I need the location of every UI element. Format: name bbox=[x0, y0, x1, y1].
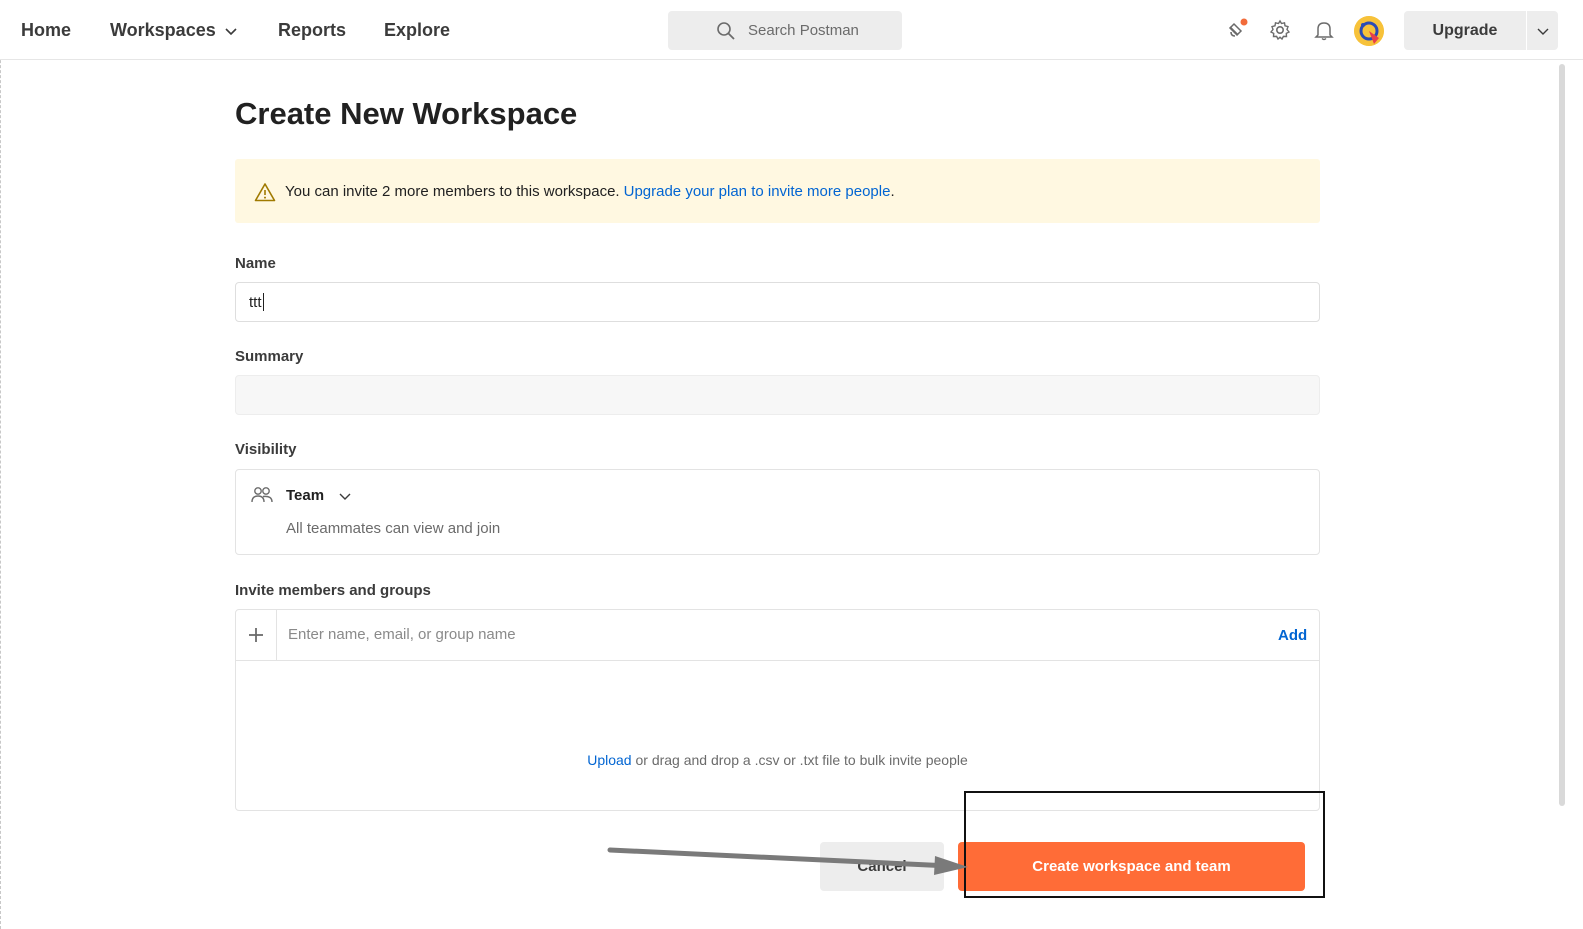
add-member-button[interactable]: Add bbox=[1278, 627, 1307, 644]
nav-reports-label: Reports bbox=[278, 20, 347, 40]
upgrade-dropdown-button[interactable] bbox=[1527, 11, 1558, 50]
summary-field[interactable] bbox=[235, 375, 1320, 415]
chevron-down-icon bbox=[1537, 28, 1548, 35]
visibility-dropdown[interactable]: Team bbox=[286, 487, 352, 504]
visibility-description: All teammates can view and join bbox=[286, 520, 501, 537]
nav-explore-label: Explore bbox=[384, 20, 451, 40]
name-label: Name bbox=[235, 255, 276, 272]
search-placeholder: Search Postman bbox=[748, 22, 859, 39]
nav-reports[interactable]: Reports bbox=[278, 20, 346, 41]
nav-explore[interactable]: Explore bbox=[384, 20, 450, 41]
avatar[interactable] bbox=[1354, 16, 1384, 46]
nav-home[interactable]: Home bbox=[21, 20, 71, 41]
chevron-down-icon bbox=[339, 493, 351, 500]
visibility-label: Visibility bbox=[235, 441, 297, 458]
name-value: ttt bbox=[249, 293, 262, 311]
upload-hint-text: or drag and drop a .csv or .txt file to … bbox=[631, 752, 968, 768]
window-edge bbox=[0, 0, 2, 929]
invite-label: Invite members and groups bbox=[235, 582, 431, 599]
nav-home-label: Home bbox=[21, 20, 72, 40]
visibility-selected: Team bbox=[286, 487, 325, 504]
invite-input-row: Enter name, email, or group name Add bbox=[236, 610, 1319, 661]
bell-icon[interactable] bbox=[1312, 18, 1336, 42]
nav-workspaces-label: Workspaces bbox=[110, 20, 216, 40]
warning-icon bbox=[254, 183, 276, 202]
upgrade-label: Upgrade bbox=[1432, 21, 1498, 39]
search-icon bbox=[717, 22, 735, 40]
alert-trailing: . bbox=[890, 182, 895, 200]
top-navigation-bar: Home Workspaces Reports Explore Search P… bbox=[0, 0, 1583, 60]
invite-input[interactable]: Enter name, email, or group name bbox=[288, 626, 516, 643]
team-icon bbox=[251, 487, 273, 503]
invite-limit-alert: You can invite 2 more members to this wo… bbox=[235, 159, 1320, 223]
chevron-down-icon bbox=[225, 27, 237, 35]
upgrade-plan-link[interactable]: Upgrade your plan to invite more people bbox=[624, 183, 891, 200]
create-workspace-button[interactable]: Create workspace and team bbox=[958, 842, 1305, 891]
upload-link[interactable]: Upload bbox=[587, 752, 631, 768]
visibility-selector[interactable]: Team All teammates can view and join bbox=[235, 469, 1320, 555]
page-title: Create New Workspace bbox=[235, 96, 578, 131]
text-cursor bbox=[262, 293, 264, 311]
name-field[interactable]: ttt bbox=[235, 282, 1320, 322]
scrollbar[interactable] bbox=[1559, 64, 1565, 806]
alert-text: You can invite 2 more members to this wo… bbox=[285, 182, 620, 200]
summary-label: Summary bbox=[235, 348, 304, 365]
satellite-icon[interactable] bbox=[1225, 18, 1249, 42]
nav-workspaces[interactable]: Workspaces bbox=[110, 20, 238, 41]
create-label: Create workspace and team bbox=[1032, 858, 1231, 875]
search-input[interactable]: Search Postman bbox=[668, 11, 902, 50]
plus-icon[interactable] bbox=[236, 610, 277, 660]
invite-members-panel: Enter name, email, or group name Add Upl… bbox=[235, 609, 1320, 811]
gear-icon[interactable] bbox=[1268, 18, 1292, 42]
bulk-upload-hint: Upload or drag and drop a .csv or .txt f… bbox=[236, 752, 1319, 768]
upgrade-button[interactable]: Upgrade bbox=[1404, 11, 1526, 50]
cancel-button[interactable]: Cancel bbox=[820, 842, 944, 891]
cancel-label: Cancel bbox=[857, 858, 907, 875]
